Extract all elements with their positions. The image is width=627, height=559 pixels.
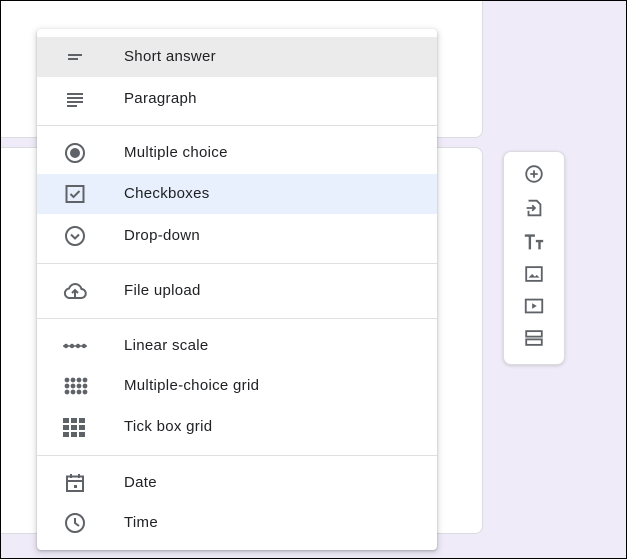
- add-image-button[interactable]: [518, 258, 550, 290]
- clock-icon: [61, 509, 89, 537]
- add-title-icon: [524, 234, 544, 250]
- add-question-button[interactable]: [518, 158, 550, 190]
- short-answer-icon: [61, 43, 89, 71]
- dropdown-circle-icon: [61, 222, 89, 250]
- menu-item-label: Multiple-choice grid: [124, 377, 260, 394]
- question-type-menu: Short answer Paragraph Multiple choice C…: [37, 29, 437, 550]
- dot-grid-icon: [61, 372, 89, 400]
- menu-divider: [37, 125, 437, 126]
- menu-item-label: Multiple choice: [124, 144, 228, 161]
- floating-toolbar: [503, 151, 565, 365]
- menu-item-label: File upload: [124, 282, 201, 299]
- add-video-icon: [524, 298, 544, 314]
- menu-item-time[interactable]: Time: [37, 503, 437, 543]
- checkbox-icon: [61, 180, 89, 208]
- menu-divider: [37, 455, 437, 456]
- menu-divider: [37, 263, 437, 264]
- menu-item-paragraph[interactable]: Paragraph: [37, 79, 437, 119]
- add-video-button[interactable]: [518, 290, 550, 322]
- menu-item-label: Tick box grid: [124, 418, 213, 435]
- menu-item-multiple-choice[interactable]: Multiple choice: [37, 133, 437, 173]
- import-questions-icon: [526, 199, 542, 217]
- add-image-icon: [525, 266, 543, 282]
- menu-item-label: Linear scale: [124, 337, 209, 354]
- menu-item-label: Checkboxes: [124, 185, 210, 202]
- paragraph-icon: [61, 85, 89, 113]
- menu-item-multiple-choice-grid[interactable]: Multiple-choice grid: [37, 366, 437, 406]
- menu-item-checkboxes[interactable]: Checkboxes: [37, 174, 437, 214]
- menu-item-file-upload[interactable]: File upload: [37, 271, 437, 311]
- menu-item-label: Time: [124, 514, 158, 531]
- menu-item-short-answer[interactable]: Short answer: [37, 37, 437, 77]
- menu-item-linear-scale[interactable]: Linear scale: [37, 326, 437, 366]
- menu-divider: [37, 318, 437, 319]
- menu-item-drop-down[interactable]: Drop-down: [37, 216, 437, 256]
- linear-scale-icon: [61, 332, 89, 360]
- menu-item-label: Drop-down: [124, 227, 201, 244]
- square-grid-icon: [61, 413, 89, 441]
- add-question-icon: [525, 165, 543, 183]
- menu-item-label: Short answer: [124, 48, 216, 65]
- calendar-icon: [61, 469, 89, 497]
- radio-button-icon: [61, 139, 89, 167]
- menu-item-label: Paragraph: [124, 90, 197, 107]
- add-title-button[interactable]: [518, 226, 550, 258]
- cloud-upload-icon: [61, 277, 89, 305]
- menu-item-label: Date: [124, 474, 157, 491]
- form-editor: Short answer Paragraph Multiple choice C…: [0, 0, 627, 559]
- add-section-button[interactable]: [518, 322, 550, 354]
- import-questions-button[interactable]: [518, 192, 550, 224]
- add-section-icon: [525, 330, 543, 346]
- menu-item-tick-box-grid[interactable]: Tick box grid: [37, 407, 437, 447]
- menu-item-date[interactable]: Date: [37, 463, 437, 503]
